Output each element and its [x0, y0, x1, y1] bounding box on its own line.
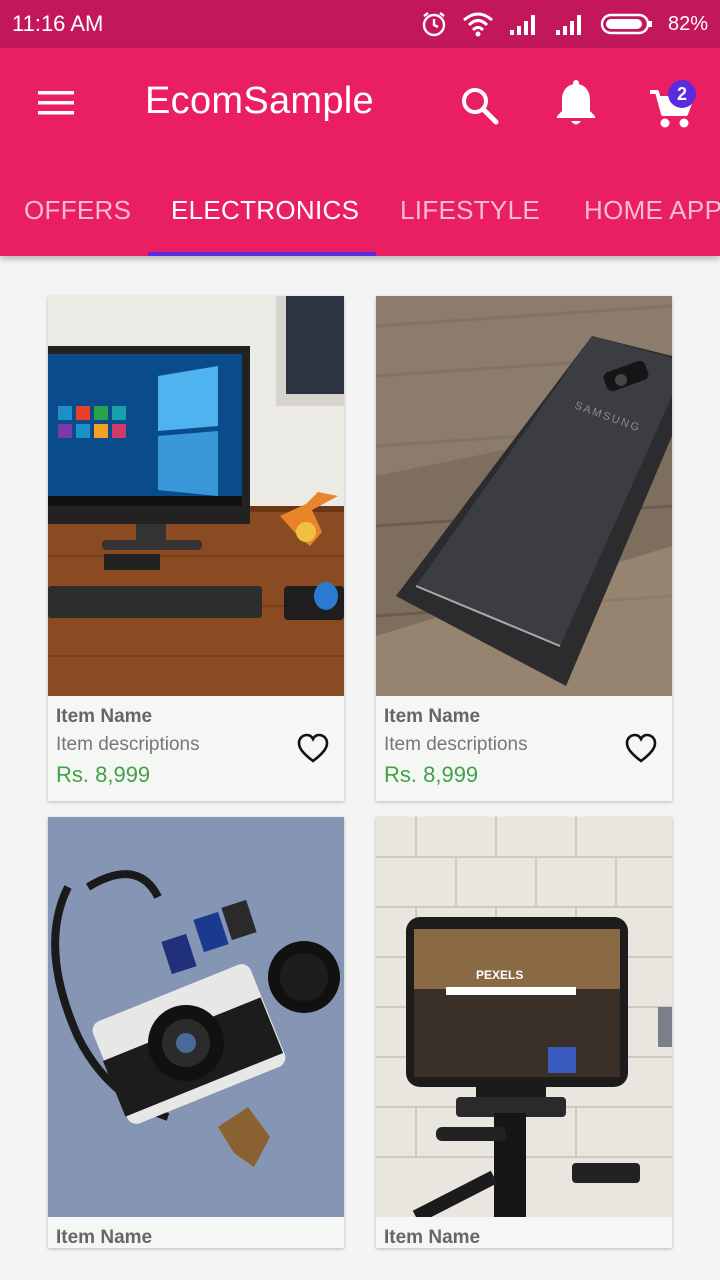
status-bar: 11:16 AM 82%	[0, 0, 720, 48]
cart-count-badge: 2	[668, 80, 696, 108]
item-name: Item Name	[384, 1227, 481, 1248]
tab-indicator	[148, 252, 376, 256]
item-description: Item descriptions	[384, 734, 528, 755]
product-card[interactable]: PEXELS Item Name	[376, 817, 672, 1248]
product-card[interactable]: SAMSUNG Item Name Item descriptions Rs. …	[376, 296, 672, 801]
app-bar: EcomSample 2 OFFERS ELECTRONICS LIFESTYL…	[0, 48, 720, 256]
wifi-icon	[462, 11, 494, 37]
search-button[interactable]	[456, 82, 504, 130]
signal-icon	[508, 12, 540, 36]
status-icons: 82%	[420, 10, 708, 38]
product-info: Item Name	[48, 1217, 344, 1248]
product-card[interactable]: Item Name	[48, 817, 344, 1248]
product-image-desktop-computer	[48, 296, 344, 696]
favorite-button[interactable]	[624, 732, 658, 766]
status-time: 11:16 AM	[12, 11, 104, 36]
heart-icon	[624, 733, 658, 770]
item-description: Item descriptions	[56, 734, 200, 755]
app-title: EcomSample	[145, 80, 374, 122]
tab-electronics[interactable]: ELECTRONICS	[171, 164, 359, 256]
search-icon	[456, 88, 504, 134]
item-name: Item Name	[384, 706, 481, 727]
product-info: Item Name Item descriptions Rs. 8,999	[48, 696, 344, 801]
item-name: Item Name	[56, 1227, 153, 1248]
tab-home-appliances[interactable]: HOME APPLIANCES	[584, 164, 720, 256]
product-image-tablet-on-tripod: PEXELS	[376, 817, 672, 1217]
product-image-samsung-phone: SAMSUNG	[376, 296, 672, 696]
product-image-camera	[48, 817, 344, 1217]
tab-lifestyle[interactable]: LIFESTYLE	[400, 164, 540, 256]
toolbar: EcomSample 2	[0, 48, 720, 164]
item-name: Item Name	[56, 706, 153, 727]
notifications-button[interactable]	[552, 78, 600, 130]
alarm-icon	[420, 10, 448, 38]
menu-icon	[36, 88, 76, 122]
product-card[interactable]: Item Name Item descriptions Rs. 8,999	[48, 296, 344, 801]
svg-text:PEXELS: PEXELS	[476, 968, 523, 982]
item-price: Rs. 8,999	[384, 762, 479, 787]
signal-icon	[554, 12, 586, 36]
battery-icon	[600, 12, 654, 36]
item-price: Rs. 8,999	[56, 762, 151, 787]
bell-icon	[552, 80, 600, 134]
cart-button[interactable]: 2	[646, 80, 700, 132]
battery-percentage: 82%	[667, 12, 708, 35]
heart-icon	[296, 733, 330, 770]
category-tabs: OFFERS ELECTRONICS LIFESTYLE HOME APPLIA…	[0, 164, 720, 256]
product-info: Item Name	[376, 1217, 672, 1248]
cart-icon	[646, 90, 700, 136]
favorite-button[interactable]	[296, 732, 330, 766]
product-info: Item Name Item descriptions Rs. 8,999	[376, 696, 672, 801]
menu-button[interactable]	[30, 82, 82, 128]
tab-offers[interactable]: OFFERS	[24, 164, 131, 256]
